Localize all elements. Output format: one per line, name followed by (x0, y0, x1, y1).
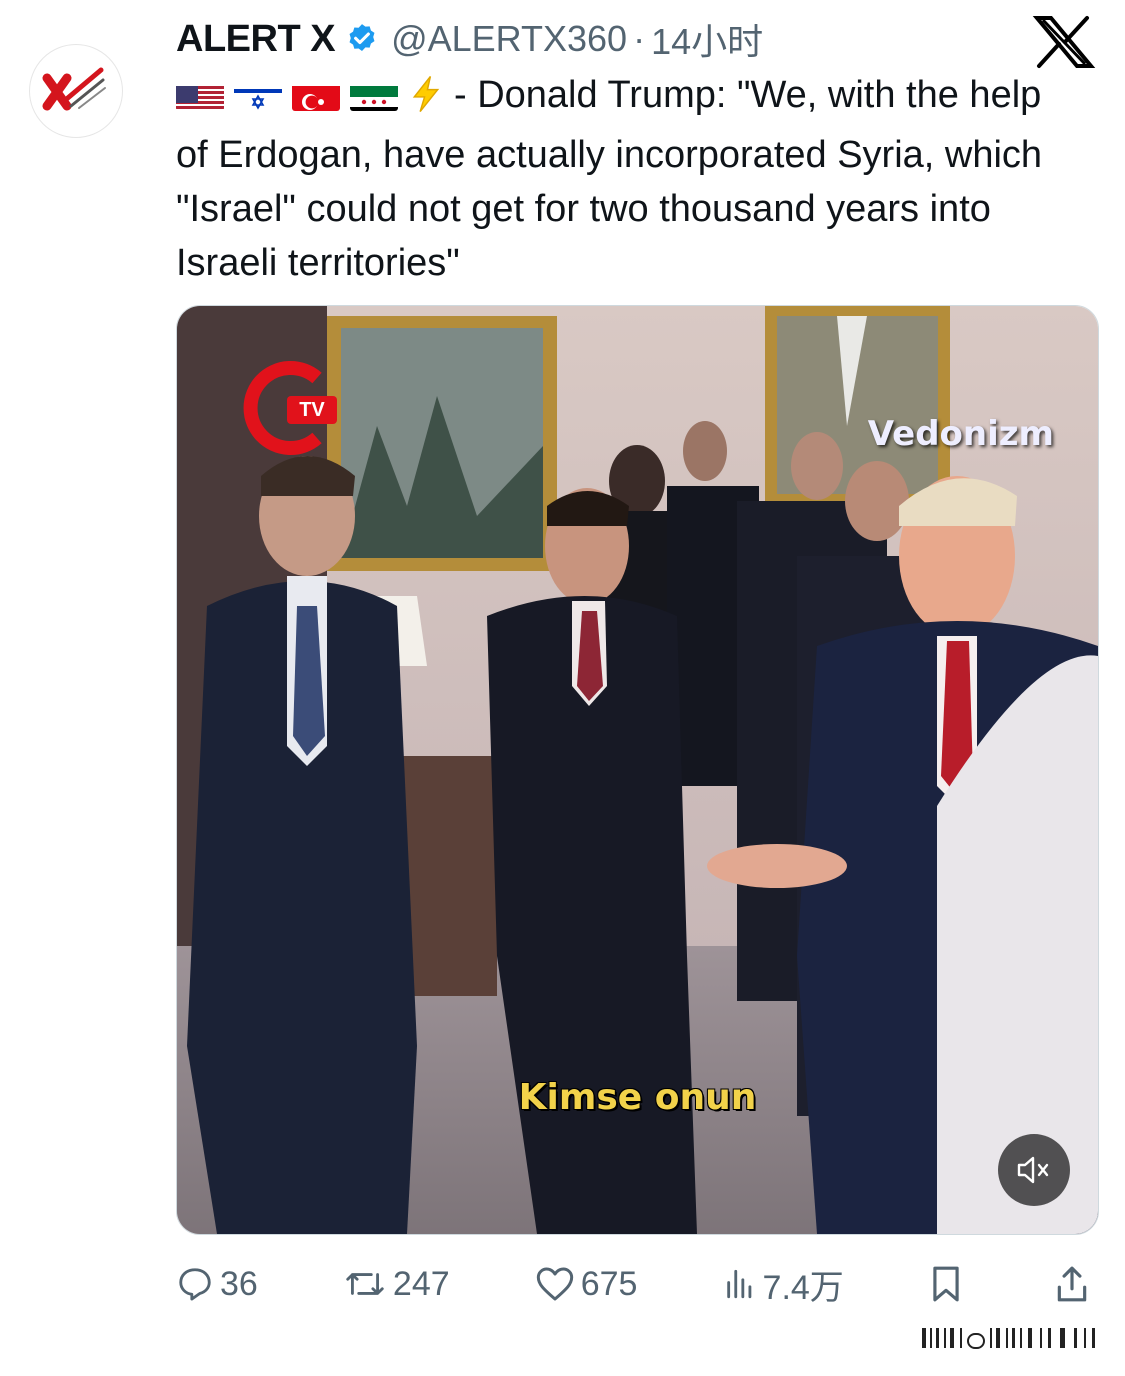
turkey-flag-icon (292, 79, 340, 111)
tweet-actions: 36 247 675 7.4万 (176, 1258, 1096, 1310)
x-logo-icon[interactable] (1029, 14, 1099, 70)
account-handle[interactable]: @ALERTX360 (391, 18, 627, 60)
tweet-text: - Donald Trump: "We, with the help of Er… (176, 68, 1076, 290)
reply-button[interactable]: 36 (176, 1265, 258, 1304)
reply-icon (179, 1268, 211, 1301)
bookmark-icon (933, 1266, 959, 1302)
heart-icon (536, 1267, 573, 1301)
repost-count: 247 (392, 1264, 450, 1303)
like-count: 675 (580, 1264, 638, 1303)
share-icon (1057, 1266, 1087, 1302)
mute-button[interactable] (998, 1134, 1070, 1206)
account-name[interactable]: ALERT X (176, 18, 336, 61)
syria-flag-icon (350, 79, 398, 111)
reply-count: 36 (220, 1264, 258, 1303)
video-subtitle: Kimse onun (518, 1077, 757, 1118)
repost-button[interactable]: 247 (343, 1265, 450, 1304)
views-icon (726, 1269, 751, 1299)
alert-x-logo (28, 44, 123, 138)
tweet-header: ALERT X @ALERTX360 · 14小时 (176, 14, 1056, 64)
timestamp[interactable]: 14小时 (651, 13, 763, 65)
views-button[interactable]: 7.4万 (723, 1260, 844, 1309)
share-button[interactable] (1054, 1265, 1096, 1303)
like-button[interactable]: 675 (535, 1264, 638, 1304)
bookmark-button[interactable] (929, 1265, 969, 1303)
israel-flag-icon (234, 79, 282, 111)
avatar[interactable] (28, 22, 123, 142)
tv-logo-text: TV (299, 399, 325, 421)
barcode-decoration (922, 1328, 1095, 1349)
video-player[interactable]: TV Vedonizm Kimse onun (176, 305, 1099, 1235)
channel-logo-watermark: TV (239, 358, 339, 458)
mute-icon (1017, 1156, 1049, 1184)
vedonizm-watermark: Vedonizm (867, 414, 1054, 454)
lightning-icon (408, 74, 444, 128)
separator-dot: · (633, 18, 646, 59)
us-flag-icon (176, 79, 224, 111)
repost-icon (346, 1273, 384, 1295)
verified-badge-icon (345, 22, 379, 56)
view-count: 7.4万 (762, 1268, 844, 1307)
